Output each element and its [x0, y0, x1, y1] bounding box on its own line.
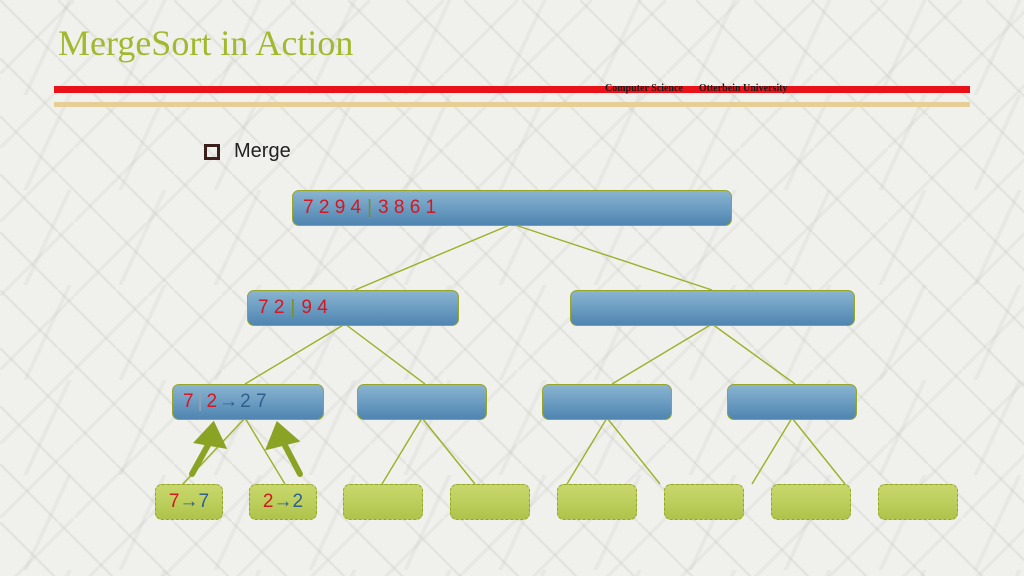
leaf2-in: 2 — [263, 491, 274, 513]
leaf1-arrow: → — [180, 491, 199, 513]
node-root: 7 2 9 4 | 3 8 6 1 — [292, 190, 732, 226]
root-right: 3 8 6 1 — [378, 197, 436, 219]
leaf2-arrow: → — [274, 491, 293, 513]
l1l-sep: | — [290, 297, 295, 319]
root-left: 7 2 9 4 — [303, 197, 361, 219]
l2-sep: | — [198, 391, 203, 413]
leaf2-out: 2 — [293, 491, 304, 513]
leaf1-in: 7 — [169, 491, 180, 513]
l2-arrow: → — [219, 391, 238, 413]
root-sep: | — [367, 197, 372, 219]
leaf-empty-4 — [450, 484, 530, 520]
diagram-canvas: 7 2 9 4 | 3 8 6 1 7 2 | 9 4 7 | 2 → 2 7 … — [0, 0, 1024, 576]
leaf1-out: 7 — [199, 491, 210, 513]
leaf-empty-7 — [771, 484, 851, 520]
node-l2-empty-2 — [542, 384, 672, 420]
l2-b: 2 — [207, 391, 218, 413]
l2-a: 7 — [183, 391, 194, 413]
node-l2-merge: 7 | 2 → 2 7 — [172, 384, 324, 420]
node-l1-left: 7 2 | 9 4 — [247, 290, 459, 326]
l1l-right: 9 4 — [301, 297, 327, 319]
leaf-empty-3 — [343, 484, 423, 520]
l2-result: 2 7 — [240, 391, 266, 413]
node-l2-empty-3 — [727, 384, 857, 420]
leaf-2: 2 → 2 — [249, 484, 317, 520]
node-l1-right-empty — [570, 290, 855, 326]
leaf-empty-6 — [664, 484, 744, 520]
node-l2-empty-1 — [357, 384, 487, 420]
leaf-empty-5 — [557, 484, 637, 520]
l1l-left: 7 2 — [258, 297, 284, 319]
leaf-empty-8 — [878, 484, 958, 520]
leaf-1: 7 → 7 — [155, 484, 223, 520]
